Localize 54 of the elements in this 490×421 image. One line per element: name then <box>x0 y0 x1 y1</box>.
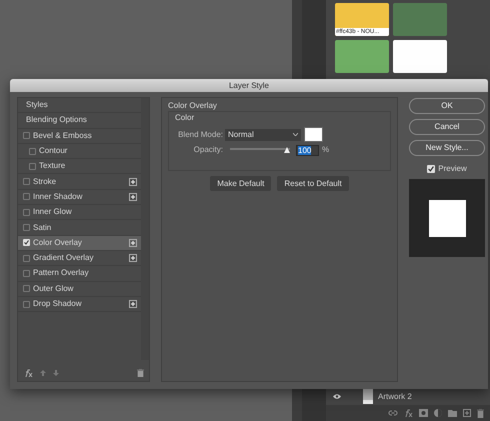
trash-icon[interactable] <box>137 369 144 377</box>
adjustment-icon[interactable] <box>434 409 442 417</box>
layer-thumbnail <box>363 389 373 404</box>
add-icon[interactable] <box>129 192 137 201</box>
fx-icon[interactable] <box>24 369 33 377</box>
default-button[interactable]: Make Default <box>210 176 272 191</box>
mask-icon[interactable] <box>419 409 428 417</box>
checkbox[interactable] <box>23 270 30 277</box>
fx-icon[interactable] <box>404 409 413 417</box>
down-arrow-icon[interactable] <box>53 370 59 376</box>
checkbox[interactable] <box>23 239 30 246</box>
chevron-icon <box>293 133 298 136</box>
dialog-button[interactable]: Cancel <box>409 119 485 135</box>
preview-checkbox[interactable] <box>427 165 436 173</box>
default-button[interactable]: Reset to Default <box>277 176 349 191</box>
unit-label: % <box>322 144 330 156</box>
add-icon[interactable] <box>129 254 137 262</box>
add-icon[interactable] <box>129 238 137 247</box>
group-title: Color <box>175 112 194 123</box>
eye-icon[interactable] <box>333 394 341 399</box>
checkbox[interactable] <box>23 285 30 292</box>
link-icon[interactable] <box>388 410 398 416</box>
trash-icon[interactable] <box>477 408 484 418</box>
folder-icon[interactable] <box>448 410 457 416</box>
color-swatch[interactable] <box>304 127 323 142</box>
checkbox[interactable] <box>23 300 30 308</box>
dialog-button[interactable]: New Style... <box>409 140 485 156</box>
checkbox[interactable] <box>23 224 30 232</box>
add-icon[interactable] <box>129 300 137 308</box>
opacity-field[interactable]: 100 <box>296 144 319 156</box>
field-label: Opacity: <box>192 144 223 156</box>
style-list-item[interactable]: Color Overlay <box>18 236 142 251</box>
opacity-slider[interactable] <box>230 146 290 154</box>
color-swatch[interactable] <box>393 3 447 36</box>
checkbox[interactable] <box>23 208 30 216</box>
checkbox[interactable] <box>29 148 36 155</box>
layer-name[interactable]: Artwork 2 <box>378 390 412 402</box>
checkbox[interactable] <box>23 254 30 262</box>
up-arrow-icon[interactable] <box>40 370 46 376</box>
color-swatch[interactable] <box>335 40 389 73</box>
dialog-button[interactable]: OK <box>409 98 485 114</box>
checkbox[interactable] <box>29 162 36 170</box>
slider-thumb[interactable] <box>284 146 290 152</box>
checkbox-label: Preview <box>438 163 467 175</box>
section-title: Color Overlay <box>168 100 218 112</box>
new-layer-icon[interactable] <box>463 409 471 417</box>
checkbox[interactable] <box>23 132 30 140</box>
window-title: Layer Style <box>10 79 488 92</box>
color-swatch[interactable] <box>393 40 447 73</box>
field-label: Blend Mode: <box>177 128 223 140</box>
checkbox[interactable] <box>23 178 30 186</box>
add-icon[interactable] <box>129 178 137 186</box>
checkbox[interactable] <box>23 193 30 200</box>
blend-mode-dropdown[interactable]: Normal <box>225 128 301 140</box>
